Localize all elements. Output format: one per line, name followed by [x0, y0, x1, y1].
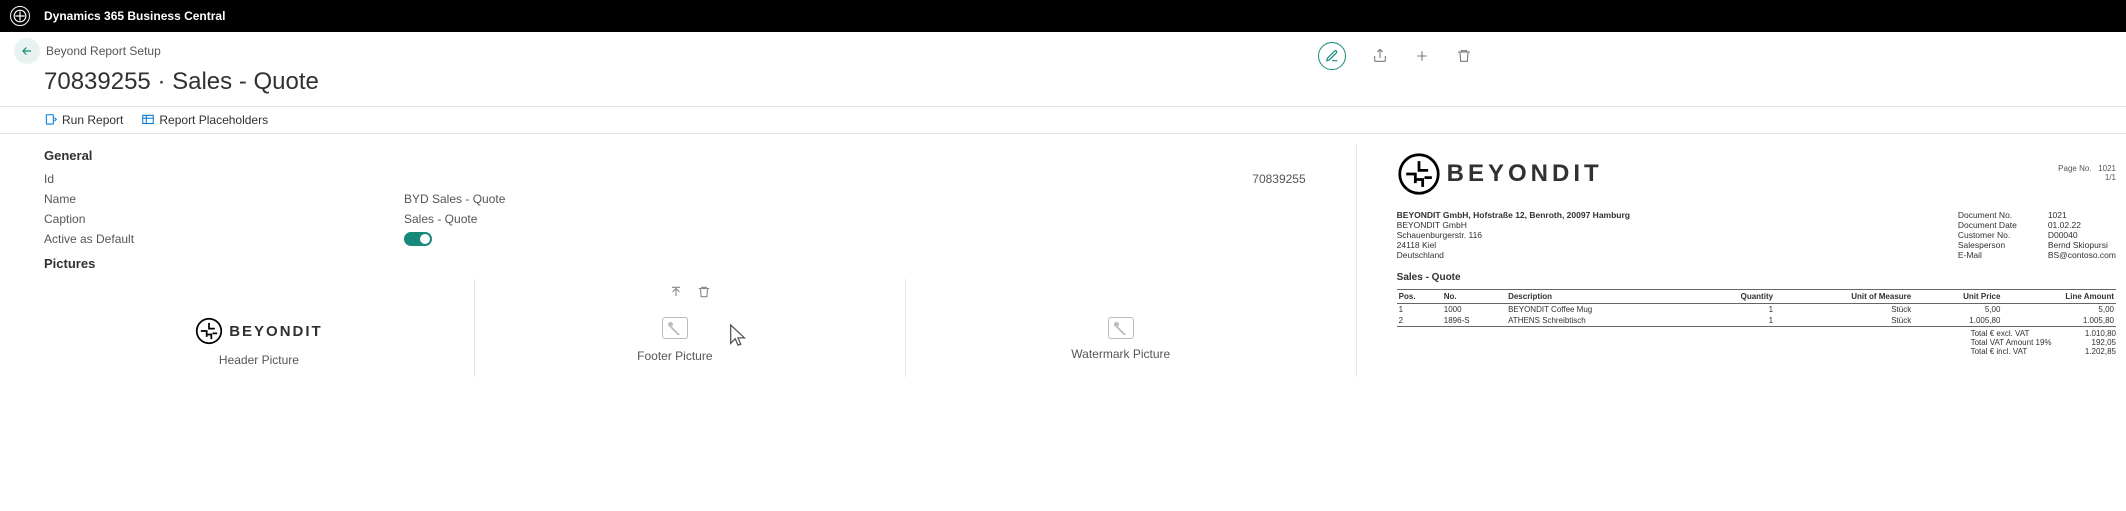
- preview-doc-meta: Document No. 1021 Document Date 01.02.22 C…: [1958, 210, 2116, 260]
- caption-value: Sales - Quote: [404, 212, 1336, 226]
- section-pictures: Pictures: [44, 256, 1336, 271]
- id-value: 70839255: [404, 172, 1336, 186]
- total-value: 192,05: [2092, 338, 2116, 347]
- meta-value: Bernd Skiopursi: [2048, 240, 2108, 250]
- preview-address: BEYONDIT GmbH, Hofstraße 12, Benroth, 20…: [1397, 210, 1630, 260]
- page-no-label: Page No.: [2058, 164, 2091, 173]
- watermark-picture-label: Watermark Picture: [1071, 347, 1170, 361]
- cursor-icon: [727, 323, 749, 349]
- addr-line: 24118 Kiel: [1397, 240, 1630, 250]
- table-row: 11000BEYONDIT Coffee Mug1Stück5,005,00: [1397, 304, 2116, 316]
- preview-logo: BEYONDIT: [1397, 152, 1603, 196]
- total-value: 1.202,85: [2085, 347, 2116, 356]
- meta-label: Customer No.: [1958, 230, 2028, 240]
- pictures-row: BEYONDIT Header Picture Footer Picture: [44, 279, 1336, 377]
- top-bar: Dynamics 365 Business Central: [0, 0, 2126, 32]
- meta-value: D00040: [2048, 230, 2078, 240]
- upload-icon[interactable]: [669, 285, 683, 299]
- run-report-label: Run Report: [62, 113, 123, 127]
- delete-picture-icon[interactable]: [697, 285, 711, 299]
- report-placeholders-action[interactable]: Report Placeholders: [141, 113, 268, 127]
- delete-icon[interactable]: [1456, 48, 1472, 64]
- header-picture-box: BEYONDIT Header Picture: [44, 279, 474, 377]
- breadcrumb: Beyond Report Setup: [46, 44, 161, 58]
- edit-button[interactable]: [1318, 42, 1346, 70]
- preview-page-number: Page No. 1021 1/1: [2058, 165, 2116, 183]
- preview-totals: Total € excl. VAT 1.010,80 Total VAT Amou…: [1971, 329, 2116, 356]
- run-report-action[interactable]: Run Report: [44, 113, 123, 127]
- col-no: No.: [1442, 290, 1506, 304]
- share-icon[interactable]: [1372, 48, 1388, 64]
- meta-value: 01.02.22: [2048, 220, 2081, 230]
- meta-label: Salesperson: [1958, 240, 2028, 250]
- report-preview: BEYONDIT Page No. 1021 1/1 BEYONDIT GmbH…: [1356, 144, 2126, 377]
- page-header: Beyond Report Setup: [0, 32, 2126, 64]
- col-desc: Description: [1506, 290, 1696, 304]
- back-button[interactable]: [14, 38, 40, 64]
- active-label: Active as Default: [44, 232, 404, 249]
- page-fraction: 1/1: [2058, 174, 2116, 183]
- name-value: BYD Sales - Quote: [404, 192, 1336, 206]
- meta-label: Document No.: [1958, 210, 2028, 220]
- watermark-picture-box: Watermark Picture: [905, 279, 1336, 377]
- addr-line: Schauenburgerstr. 116: [1397, 230, 1630, 240]
- header-picture-image: BEYONDIT: [195, 317, 323, 345]
- meta-value: 1021: [2048, 210, 2067, 220]
- preview-logo-text: BEYONDIT: [1447, 160, 1603, 188]
- footer-picture-label: Footer Picture: [637, 349, 712, 363]
- addr-line: BEYONDIT GmbH: [1397, 220, 1630, 230]
- action-toolbar: Run Report Report Placeholders: [0, 106, 2126, 134]
- meta-label: E-Mail: [1958, 250, 2028, 260]
- total-value: 1.010,80: [2085, 329, 2116, 338]
- total-label: Total € incl. VAT: [1971, 347, 2028, 356]
- page-no-value: 1021: [2098, 164, 2116, 173]
- addr-line: Deutschland: [1397, 250, 1630, 260]
- col-uom: Unit of Measure: [1775, 290, 1913, 304]
- active-toggle[interactable]: [404, 232, 432, 246]
- new-icon[interactable]: [1414, 48, 1430, 64]
- meta-value: BS@contoso.com: [2048, 250, 2116, 260]
- total-label: Total VAT Amount 19%: [1971, 338, 2052, 347]
- col-amount: Line Amount: [2002, 290, 2116, 304]
- app-launcher-icon[interactable]: [10, 6, 30, 26]
- main-form: General Id 70839255 Name BYD Sales - Quo…: [44, 144, 1356, 377]
- header-picture-label: Header Picture: [219, 353, 299, 367]
- footer-placeholder-icon[interactable]: [662, 317, 688, 339]
- name-label: Name: [44, 192, 404, 206]
- table-row: 21896-SATHENS Schreibtisch1Stück1.005,80…: [1397, 315, 2116, 327]
- total-label: Total € excl. VAT: [1971, 329, 2030, 338]
- report-placeholders-label: Report Placeholders: [159, 113, 268, 127]
- preview-lines-table: Pos. No. Description Quantity Unit of Me…: [1397, 289, 2116, 327]
- col-pos: Pos.: [1397, 290, 1442, 304]
- preview-company: BEYONDIT GmbH, Hofstraße 12, Benroth, 20…: [1397, 210, 1630, 220]
- page-actions: [1318, 42, 1472, 70]
- caption-label: Caption: [44, 212, 404, 226]
- meta-label: Document Date: [1958, 220, 2028, 230]
- footer-picture-box: Footer Picture: [474, 279, 905, 377]
- col-qty: Quantity: [1696, 290, 1775, 304]
- id-label: Id: [44, 172, 404, 186]
- app-title: Dynamics 365 Business Central: [44, 9, 225, 23]
- page-title: 70839255 · Sales - Quote: [0, 64, 2126, 106]
- section-general: General: [44, 148, 1336, 163]
- preview-doc-title: Sales - Quote: [1397, 272, 2116, 283]
- watermark-placeholder-icon[interactable]: [1108, 317, 1134, 339]
- logo-text: BEYONDIT: [229, 323, 323, 340]
- col-price: Unit Price: [1913, 290, 2002, 304]
